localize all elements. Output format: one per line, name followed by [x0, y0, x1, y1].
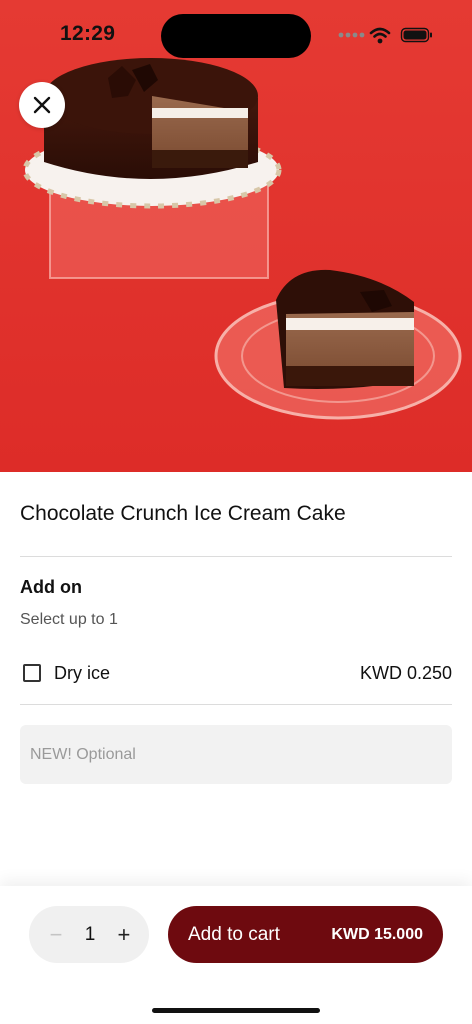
divider: [20, 556, 452, 557]
cellular-signal-icon: [338, 32, 365, 38]
cake-photo: [0, 0, 472, 472]
wifi-icon: [369, 27, 391, 44]
divider: [20, 704, 452, 705]
dynamic-island: [161, 14, 311, 58]
increase-quantity-button[interactable]: +: [113, 923, 135, 946]
checkbox[interactable]: [23, 664, 41, 682]
status-time: 12:29: [60, 22, 116, 45]
cart-footer: − 1 + Add to cart KWD 15.000: [0, 886, 472, 1024]
status-icons: [336, 24, 436, 46]
addon-option-dry-ice[interactable]: Dry ice KWD 0.250: [20, 658, 452, 688]
special-note-input[interactable]: [20, 725, 452, 784]
quantity-value: 1: [84, 923, 96, 945]
quantity-stepper: − 1 +: [29, 906, 149, 963]
add-to-cart-button[interactable]: Add to cart KWD 15.000: [168, 906, 443, 963]
addon-section-subtitle: Select up to 1: [20, 611, 118, 628]
close-button[interactable]: [19, 82, 65, 128]
add-to-cart-label: Add to cart: [188, 923, 280, 945]
close-icon: [33, 96, 51, 114]
product-title: Chocolate Crunch Ice Cream Cake: [20, 502, 346, 525]
home-indicator: [152, 1008, 320, 1013]
cart-total-price: KWD 15.000: [331, 925, 423, 943]
addon-option-price: KWD 0.250: [359, 662, 452, 683]
product-image: [0, 0, 472, 472]
decrease-quantity-button[interactable]: −: [45, 923, 67, 946]
battery-icon: [400, 27, 432, 43]
addon-section-title: Add on: [20, 577, 82, 597]
status-bar: 12:29: [0, 0, 472, 70]
addon-option-label: Dry ice: [54, 662, 111, 683]
